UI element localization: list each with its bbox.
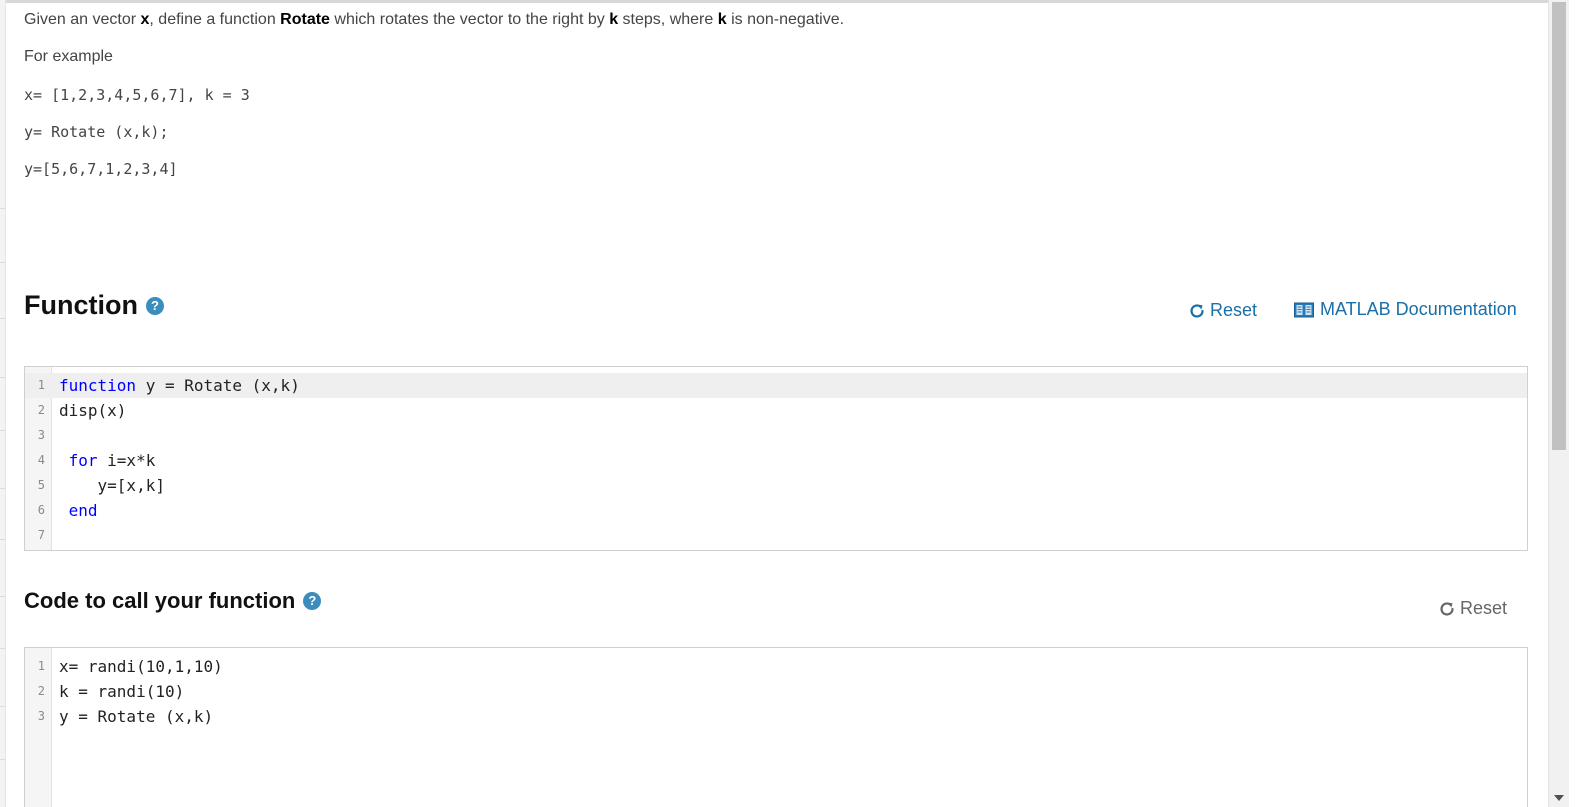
line-number: 1 bbox=[37, 378, 45, 392]
desc-var-k: k bbox=[717, 11, 727, 28]
example-line: y= Rotate (x,k); bbox=[24, 123, 169, 141]
line-number: 2 bbox=[37, 684, 45, 698]
line-number: 1 bbox=[37, 659, 45, 673]
call-title-text: Code to call your function bbox=[24, 588, 296, 613]
line-number: 6 bbox=[37, 503, 45, 517]
top-border bbox=[0, 0, 1568, 3]
reset-label: Reset bbox=[1460, 598, 1508, 618]
code-line[interactable]: 2 disp(x) bbox=[25, 398, 1527, 423]
function-code-editor[interactable]: 1 function y = Rotate (x,k) 2 disp(x) 3 … bbox=[24, 366, 1528, 551]
gutter-tick bbox=[0, 208, 5, 209]
line-number: 5 bbox=[37, 478, 45, 492]
gutter-tick bbox=[0, 706, 5, 707]
code-line[interactable]: 1 function y = Rotate (x,k) bbox=[25, 373, 1527, 398]
line-number: 4 bbox=[37, 453, 45, 467]
gutter-tick bbox=[0, 648, 5, 649]
matlab-documentation-link[interactable]: MATLAB Documentation bbox=[1294, 299, 1517, 320]
code-text: k = randi(10) bbox=[59, 682, 185, 701]
code-line[interactable]: 5 y=[x,k] bbox=[25, 473, 1527, 498]
line-code: end bbox=[59, 498, 98, 523]
page: Given an vector x, define a function Rot… bbox=[0, 0, 1588, 807]
line-code: k = randi(10) bbox=[59, 679, 184, 704]
gutter-tick bbox=[0, 262, 5, 263]
line-code: disp(x) bbox=[59, 398, 126, 423]
code-line[interactable]: 6 end bbox=[25, 498, 1527, 523]
line-number: 3 bbox=[37, 709, 45, 723]
code-text: disp(x) bbox=[59, 401, 127, 420]
desc-text: , define a function bbox=[149, 11, 281, 28]
code-text: x= randi(10,1,10) bbox=[59, 657, 223, 676]
reset-icon bbox=[1440, 601, 1454, 616]
for-example-label: For example bbox=[24, 48, 113, 65]
gutter-tick bbox=[0, 488, 5, 489]
gutter-tick bbox=[0, 318, 5, 319]
gutter-tick bbox=[0, 539, 5, 540]
desc-text: Given an vector bbox=[24, 11, 141, 28]
line-number: 7 bbox=[37, 528, 45, 542]
code-line[interactable]: 1 x= randi(10,1,10) bbox=[25, 654, 1527, 679]
vertical-scrollbar[interactable] bbox=[1548, 0, 1569, 807]
gutter-tick bbox=[0, 759, 5, 760]
function-reset-button[interactable]: Reset bbox=[1188, 300, 1257, 321]
code-text: y = Rotate (x,k) bbox=[59, 707, 214, 726]
code-line[interactable]: 7 bbox=[25, 523, 1527, 548]
line-code: y = Rotate (x,k) bbox=[59, 704, 213, 729]
question-icon[interactable]: ? bbox=[145, 296, 164, 315]
desc-text: steps, where bbox=[618, 11, 718, 28]
line-number: 2 bbox=[37, 403, 45, 417]
line-code: function y = Rotate (x,k) bbox=[59, 373, 300, 398]
code-line[interactable]: 3 bbox=[25, 423, 1527, 448]
code-line[interactable]: 2 k = randi(10) bbox=[25, 679, 1527, 704]
keyword: function bbox=[59, 376, 137, 395]
gutter-tick bbox=[0, 430, 5, 431]
desc-text: which rotates the vector to the right by bbox=[329, 11, 610, 28]
scrollbar-thumb[interactable] bbox=[1552, 2, 1566, 450]
question-icon[interactable]: ? bbox=[303, 592, 322, 610]
function-title-text: Function bbox=[24, 290, 138, 320]
line-number: 3 bbox=[37, 428, 45, 442]
gutter-tick bbox=[0, 596, 5, 597]
call-section-title: Code to call your function ? bbox=[24, 588, 322, 614]
problem-description: Given an vector x, define a function Rot… bbox=[24, 11, 844, 29]
code-line[interactable]: 4 for i=x*k bbox=[25, 448, 1527, 473]
keyword: for bbox=[59, 451, 98, 470]
keyword: end bbox=[59, 501, 98, 520]
desc-func-name: Rotate bbox=[280, 11, 330, 28]
code-text: i=x*k bbox=[97, 451, 156, 470]
line-code: x= randi(10,1,10) bbox=[59, 654, 223, 679]
line-code: for i=x*k bbox=[59, 448, 156, 473]
gutter-tick bbox=[0, 377, 5, 378]
left-gutter bbox=[0, 0, 6, 807]
reset-icon bbox=[1190, 303, 1204, 318]
code-text: y=[x,k] bbox=[59, 476, 165, 495]
book-icon bbox=[1294, 302, 1314, 317]
call-code-editor[interactable]: 1 x= randi(10,1,10) 2 k = randi(10) 3 y … bbox=[24, 647, 1528, 807]
call-reset-button[interactable]: Reset bbox=[1438, 598, 1507, 619]
example-line: y=[5,6,7,1,2,3,4] bbox=[24, 160, 178, 178]
code-text: y = Rotate (x,k) bbox=[136, 376, 300, 395]
reset-label: Reset bbox=[1210, 300, 1258, 320]
line-code: y=[x,k] bbox=[59, 473, 165, 498]
documentation-label: MATLAB Documentation bbox=[1320, 299, 1517, 319]
code-line[interactable]: 3 y = Rotate (x,k) bbox=[25, 704, 1527, 729]
scroll-down-arrow-icon[interactable] bbox=[1554, 795, 1564, 801]
example-line: x= [1,2,3,4,5,6,7], k = 3 bbox=[24, 86, 250, 104]
desc-text: is non-negative. bbox=[726, 11, 845, 28]
desc-var-k: k bbox=[609, 11, 619, 28]
function-section-title: Function ? bbox=[24, 290, 164, 321]
